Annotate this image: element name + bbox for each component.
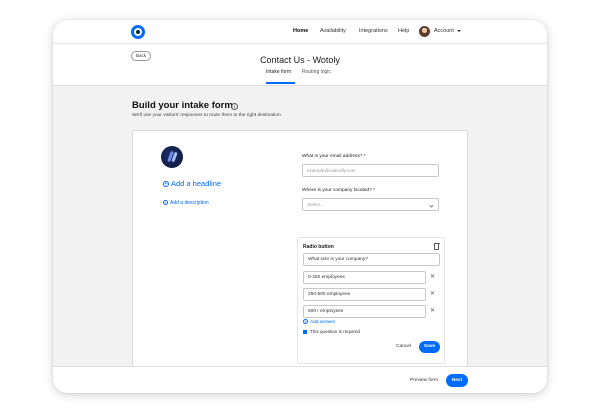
email-label: What is your email address? * (302, 154, 366, 159)
company-logo[interactable] (161, 146, 183, 168)
answer-field[interactable]: 250-500 employees (303, 288, 426, 301)
add-description-label: Add a description (170, 200, 209, 206)
add-answer-label: Add answer (310, 319, 336, 325)
nav-availability[interactable]: Availability (320, 28, 346, 34)
next-button[interactable]: Next (446, 374, 468, 387)
calendly-logo-icon[interactable] (131, 25, 145, 39)
nav-home[interactable]: Home (293, 28, 308, 34)
section-title: Build your intake form (132, 100, 233, 111)
chevron-down-icon (429, 203, 434, 208)
page-title: Contact Us - Wotoly (260, 55, 340, 65)
location-label: Where is your company located? * (302, 188, 376, 193)
info-icon[interactable]: i (231, 103, 238, 110)
nav-help[interactable]: Help (398, 28, 409, 34)
checkbox-checked-icon[interactable] (303, 330, 307, 334)
active-tab-indicator (266, 82, 295, 84)
form-card: + Add a headline + Add a description What … (132, 130, 468, 393)
footer-bar: Preview form Next (53, 366, 547, 393)
question-field[interactable]: What size is your company? (303, 253, 440, 266)
add-headline-label: Add a headline (171, 179, 222, 188)
close-icon[interactable]: ✕ (430, 274, 435, 280)
trash-icon[interactable] (433, 242, 440, 250)
nav-integrations[interactable]: Integrations (359, 28, 388, 34)
answer-field[interactable]: 500+ employees (303, 305, 426, 318)
email-field[interactable]: example@calendly.com (302, 164, 439, 177)
add-description-button[interactable]: + Add a description (163, 200, 209, 206)
app-window: Home Availability Integrations Help Acco… (53, 20, 547, 393)
save-button[interactable]: Save (419, 341, 440, 353)
plus-circle-icon: + (163, 181, 169, 188)
location-select[interactable]: Select... (302, 198, 439, 211)
cancel-button[interactable]: Cancel (396, 344, 411, 349)
add-headline-button[interactable]: + Add a headline (163, 179, 221, 188)
radio-question-panel: Radio button What size is your company? … (297, 237, 445, 364)
avatar[interactable] (419, 26, 430, 37)
close-icon[interactable]: ✕ (430, 291, 435, 297)
close-icon[interactable]: ✕ (430, 308, 435, 314)
page-header: Back Contact Us - Wotoly Intake form Rou… (53, 44, 547, 86)
section-subtitle: We'll use your visitors' responses to ro… (132, 113, 281, 118)
account-menu[interactable]: Account (434, 28, 454, 34)
preview-form-button[interactable]: Preview form (410, 378, 438, 383)
location-select-value: Select... (307, 202, 324, 207)
top-nav: Home Availability Integrations Help Acco… (53, 20, 547, 44)
plus-circle-icon: + (303, 319, 308, 324)
chevron-down-icon[interactable] (457, 30, 461, 32)
answer-field[interactable]: 0-250 employees (303, 271, 426, 284)
radio-panel-title: Radio button (303, 244, 334, 250)
plus-circle-icon: + (163, 200, 168, 206)
required-label: This question is required (310, 329, 361, 334)
add-answer-button[interactable]: + Add answer (303, 319, 335, 325)
tab-intake-form[interactable]: Intake form (266, 69, 291, 75)
tab-routing-logic[interactable]: Routing logic (302, 69, 331, 75)
